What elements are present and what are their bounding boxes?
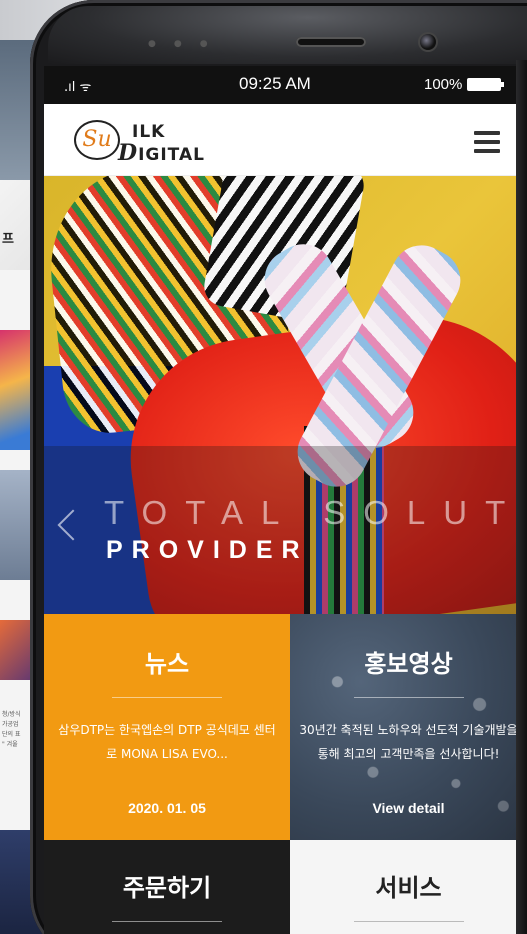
logo-mark: Su bbox=[74, 120, 120, 160]
background-heading: 프 bbox=[2, 232, 14, 247]
view-detail-link[interactable]: View detail bbox=[290, 800, 527, 816]
battery-icon bbox=[467, 78, 504, 91]
news-divider bbox=[112, 697, 222, 698]
device-mockup: 프 [ 청/방식 가공업 단의 표 " 겨울 ●●● .ıl ᯤ 09:25 A… bbox=[0, 0, 527, 934]
news-excerpt: 삼우DTP는 한국엡손의 DTP 공식데모 센터로 MONA LISA EVO.… bbox=[58, 723, 276, 761]
phone-side-edge bbox=[516, 60, 527, 934]
status-time: 09:25 AM bbox=[239, 74, 311, 93]
front-camera bbox=[420, 34, 436, 50]
logo-d: D bbox=[118, 140, 139, 166]
promo-divider bbox=[353, 697, 464, 698]
logo-line1: ILK bbox=[132, 122, 166, 142]
service-tile[interactable]: 서비스 bbox=[290, 840, 527, 934]
order-tile[interactable]: 주문하기 bbox=[44, 840, 290, 934]
hero-banner: TOTAL SOLUTION PROVIDER bbox=[44, 176, 527, 614]
promo-video-text: 30년간 축적된 노하우와 선도적 기술개발을 통해 최고의 고객만족을 선사합… bbox=[299, 723, 518, 761]
promo-video-tile[interactable]: 홍보영상 30년간 축적된 노하우와 선도적 기술개발을 통해 최고의 고객만족… bbox=[290, 614, 527, 840]
logo-line2-text: IGITAL bbox=[138, 145, 205, 165]
status-bar: .ıl ᯤ 09:25 AM 100% bbox=[44, 66, 527, 104]
earpiece-speaker bbox=[296, 37, 366, 47]
silk-digital-logo[interactable]: Su ILK DIGITAL bbox=[74, 120, 244, 166]
site-header: Su ILK DIGITAL bbox=[44, 104, 527, 176]
news-date: 2020. 01. 05 bbox=[128, 800, 206, 816]
battery-percent: 100% bbox=[424, 76, 463, 93]
order-divider bbox=[112, 921, 222, 922]
hamburger-menu-icon[interactable] bbox=[474, 131, 500, 153]
news-title: 뉴스 bbox=[144, 650, 190, 678]
phone-top-bezel: ●●● bbox=[48, 6, 527, 64]
service-divider bbox=[353, 921, 464, 922]
signal-wifi-icon: .ıl ᯤ bbox=[64, 80, 92, 95]
service-title: 서비스 bbox=[375, 874, 442, 902]
hero-title-line2: PROVIDER bbox=[106, 536, 309, 564]
logo-line2: DIGITAL bbox=[118, 140, 205, 166]
hero-title-line1: TOTAL SOLUTION bbox=[104, 494, 527, 531]
promo-video-title: 홍보영상 bbox=[364, 650, 453, 678]
sensor-dots: ●●● bbox=[148, 39, 226, 49]
news-tile[interactable]: 뉴스 삼우DTP는 한국엡손의 DTP 공식데모 센터로 MONA LISA E… bbox=[44, 614, 290, 840]
order-title: 주문하기 bbox=[122, 874, 212, 902]
phone-screen: .ıl ᯤ 09:25 AM 100% Su ILK DIGITAL TOTAL… bbox=[44, 66, 527, 934]
hero-prev-arrow-icon[interactable] bbox=[54, 506, 76, 546]
